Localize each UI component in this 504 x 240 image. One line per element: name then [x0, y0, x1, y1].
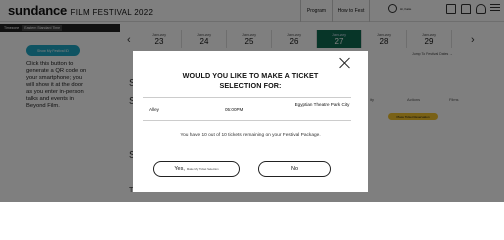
tickets-remaining-text: You have 10 out of 10 tickets remaining …	[180, 133, 321, 138]
screening-venue: Egyptian Theatre Park City	[294, 102, 350, 107]
no-button[interactable]: No	[258, 161, 331, 177]
yes-make-selection-button[interactable]: Yes, Make My Ticket Selection	[153, 161, 240, 177]
screening-row: Alley 05:00PM Egyptian Theatre Park City	[143, 97, 351, 121]
ticket-selection-modal: WOULD YOU LIKE TO MAKE A TICKET SELECTIO…	[133, 51, 368, 192]
screening-time: 05:00PM	[225, 107, 244, 112]
film-title: Alley	[149, 107, 159, 112]
modal-title: WOULD YOU LIKE TO MAKE A TICKET SELECTIO…	[182, 71, 319, 90]
close-icon[interactable]	[339, 57, 351, 69]
